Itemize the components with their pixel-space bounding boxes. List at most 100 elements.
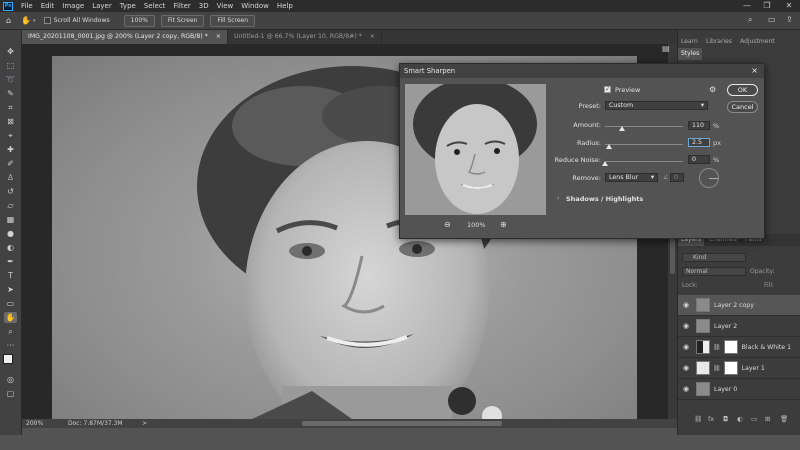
- layer-row-black-white-1[interactable]: ◉ ⛓ Black & White 1: [678, 337, 800, 358]
- hand-tool-icon[interactable]: ✋: [21, 16, 31, 25]
- link-layers-icon[interactable]: ⛓: [694, 415, 702, 423]
- menu-type[interactable]: Type: [116, 2, 140, 10]
- brush-tool-icon[interactable]: ✐: [4, 158, 17, 169]
- tab-libraries[interactable]: Libraries: [703, 36, 735, 48]
- trash-icon[interactable]: 🗑: [780, 415, 788, 423]
- path-selection-tool-icon[interactable]: ➤: [4, 284, 17, 295]
- screen-mode-icon[interactable]: ▢: [4, 388, 17, 399]
- history-brush-tool-icon[interactable]: ↺: [4, 186, 17, 197]
- quick-select-tool-icon[interactable]: ✎: [4, 88, 17, 99]
- marquee-tool-icon[interactable]: ⬚: [4, 60, 17, 71]
- pen-tool-icon[interactable]: ✒: [4, 256, 17, 267]
- rectangle-tool-icon[interactable]: ▭: [4, 298, 17, 309]
- menu-edit[interactable]: Edit: [37, 2, 59, 10]
- preset-select[interactable]: Custom ▾: [605, 101, 708, 110]
- menu-filter[interactable]: Filter: [169, 2, 194, 10]
- tab-adjustment[interactable]: Adjustment: [737, 36, 777, 48]
- dialog-close-icon[interactable]: ×: [751, 64, 758, 78]
- hand-tool-icon[interactable]: ✋: [4, 312, 17, 323]
- chevron-right-icon[interactable]: ›: [557, 195, 559, 202]
- tab-styles[interactable]: Styles: [678, 48, 703, 60]
- angle-input[interactable]: 0: [670, 173, 684, 182]
- frame-tool-icon[interactable]: ⊠: [4, 116, 17, 127]
- layer-filter-kind[interactable]: Kind: [682, 253, 746, 262]
- layer-row-layer-1[interactable]: ◉ ⛓ Layer 1: [678, 358, 800, 379]
- menu-select[interactable]: Select: [140, 2, 170, 10]
- maximize-icon[interactable]: ❐: [758, 0, 776, 12]
- add-mask-icon[interactable]: ◘: [723, 415, 728, 423]
- radius-input[interactable]: 2.5: [688, 138, 710, 147]
- history-panel-icon[interactable]: ▤: [662, 44, 670, 53]
- layer-name[interactable]: Layer 2 copy: [714, 302, 754, 309]
- home-icon[interactable]: ⌂: [6, 16, 11, 25]
- tab-learn[interactable]: Learn: [678, 36, 701, 48]
- workspace-icon[interactable]: ▭: [768, 15, 776, 24]
- radius-slider-thumb[interactable]: [605, 144, 612, 149]
- clone-stamp-tool-icon[interactable]: ♙: [4, 172, 17, 183]
- visibility-eye-icon[interactable]: ◉: [681, 322, 691, 330]
- amount-slider[interactable]: [605, 126, 683, 127]
- close-tab-icon[interactable]: ×: [216, 33, 221, 40]
- lasso-tool-icon[interactable]: ➰: [4, 74, 17, 85]
- menu-image[interactable]: Image: [58, 2, 88, 10]
- reduce-noise-slider-thumb[interactable]: [602, 161, 608, 166]
- settings-gear-icon[interactable]: ⚙: [709, 85, 716, 94]
- amount-slider-thumb[interactable]: [619, 126, 626, 131]
- tab-img-20201108[interactable]: IMG_20201108_0001.jpg @ 200% (Layer 2 co…: [22, 30, 228, 44]
- cancel-button[interactable]: Cancel: [727, 101, 758, 113]
- chevron-down-icon[interactable]: ▾: [33, 18, 36, 24]
- preview-checkbox[interactable]: ✓: [604, 86, 611, 93]
- ok-button[interactable]: OK: [727, 84, 758, 96]
- zoom-level-readout[interactable]: 200%: [26, 420, 43, 427]
- status-menu-arrow[interactable]: >: [142, 420, 147, 427]
- eyedropper-tool-icon[interactable]: ⌖: [4, 130, 17, 141]
- adjustment-icon[interactable]: ◐: [737, 415, 743, 423]
- scroll-all-windows-checkbox[interactable]: [43, 17, 51, 24]
- layer-name[interactable]: Layer 2: [714, 323, 737, 330]
- remove-select[interactable]: Lens Blur ▾: [605, 173, 658, 182]
- menu-help[interactable]: Help: [273, 2, 297, 10]
- folder-icon[interactable]: ▭: [751, 415, 757, 423]
- visibility-eye-icon[interactable]: ◉: [681, 385, 691, 393]
- visibility-eye-icon[interactable]: ◉: [681, 301, 691, 309]
- dialog-title-bar[interactable]: Smart Sharpen ×: [400, 64, 764, 78]
- blend-mode-select[interactable]: Normal: [682, 267, 746, 276]
- scroll-all-windows-option[interactable]: Scroll All Windows: [43, 17, 110, 24]
- move-tool-icon[interactable]: ✥: [4, 46, 17, 57]
- zoom-in-icon[interactable]: ⊕: [500, 220, 507, 229]
- fit-screen-button[interactable]: Fit Screen: [160, 14, 205, 27]
- share-icon[interactable]: ⇪: [786, 15, 793, 24]
- amount-input[interactable]: 110: [688, 121, 710, 130]
- quick-mask-icon[interactable]: ◎: [4, 374, 17, 385]
- layer-mask-thumbnail[interactable]: [723, 340, 738, 354]
- layer-name[interactable]: Layer 0: [714, 386, 737, 393]
- new-layer-icon[interactable]: ⊞: [765, 415, 770, 423]
- shadows-highlights-toggle[interactable]: Shadows / Highlights: [566, 195, 643, 203]
- more-tools-icon[interactable]: ···: [4, 340, 17, 351]
- gradient-tool-icon[interactable]: ▦: [4, 214, 17, 225]
- menu-window[interactable]: Window: [237, 2, 273, 10]
- menu-layer[interactable]: Layer: [88, 2, 116, 10]
- close-tab-icon[interactable]: ×: [370, 33, 375, 40]
- eraser-tool-icon[interactable]: ▱: [4, 200, 17, 211]
- search-icon[interactable]: ⌕: [748, 15, 752, 25]
- layer-row-layer-2[interactable]: ◉ Layer 2: [678, 316, 800, 337]
- zoom-tool-icon[interactable]: ⌕: [4, 326, 17, 337]
- type-tool-icon[interactable]: T: [4, 270, 17, 281]
- minimize-icon[interactable]: —: [738, 0, 756, 12]
- fx-icon[interactable]: fx: [708, 415, 714, 423]
- layer-name[interactable]: Layer 1: [742, 365, 765, 372]
- reduce-noise-slider[interactable]: [605, 161, 683, 162]
- angle-dial[interactable]: [699, 168, 719, 188]
- horizontal-scroll-thumb[interactable]: [302, 421, 502, 426]
- zoom-100-button[interactable]: 100%: [123, 14, 155, 27]
- zoom-out-icon[interactable]: ⊖: [444, 220, 451, 229]
- layer-mask-thumbnail[interactable]: [723, 361, 738, 375]
- dodge-tool-icon[interactable]: ◐: [4, 242, 17, 253]
- blur-tool-icon[interactable]: ●: [4, 228, 17, 239]
- close-window-icon[interactable]: ✕: [780, 0, 798, 12]
- foreground-color-swatch[interactable]: [3, 354, 13, 364]
- tab-untitled-1[interactable]: Untitled-1 @ 66.7% (Layer 10, RGB/8#) * …: [228, 30, 382, 44]
- layer-row-layer-0[interactable]: ◉ Layer 0: [678, 379, 800, 400]
- menu-3d[interactable]: 3D: [195, 2, 213, 10]
